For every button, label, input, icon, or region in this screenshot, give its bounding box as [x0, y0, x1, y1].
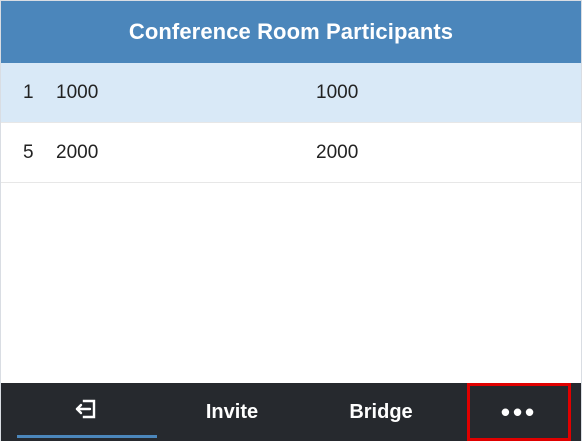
- conference-room-screen: Conference Room Participants 1 1000 1000…: [0, 0, 582, 441]
- participant-index: 5: [23, 141, 34, 163]
- participant-name: 1000: [56, 81, 99, 103]
- participant-list: 1 1000 1000 5 2000 2000: [1, 63, 581, 183]
- participant-number: 2000: [316, 141, 359, 163]
- softkey-bar: Invite Bridge •••: [1, 383, 581, 441]
- exit-button[interactable]: [17, 383, 157, 441]
- exit-icon: [73, 395, 101, 429]
- participant-number: 1000: [316, 81, 359, 103]
- page-title: Conference Room Participants: [1, 1, 581, 63]
- participant-row[interactable]: 5 2000 2000: [1, 123, 581, 183]
- participant-name: 2000: [56, 141, 99, 163]
- bridge-button[interactable]: Bridge: [311, 383, 451, 441]
- participant-index: 1: [23, 81, 34, 103]
- more-options-button[interactable]: •••: [467, 383, 571, 441]
- participant-row[interactable]: 1 1000 1000: [1, 63, 581, 123]
- invite-button[interactable]: Invite: [167, 383, 297, 441]
